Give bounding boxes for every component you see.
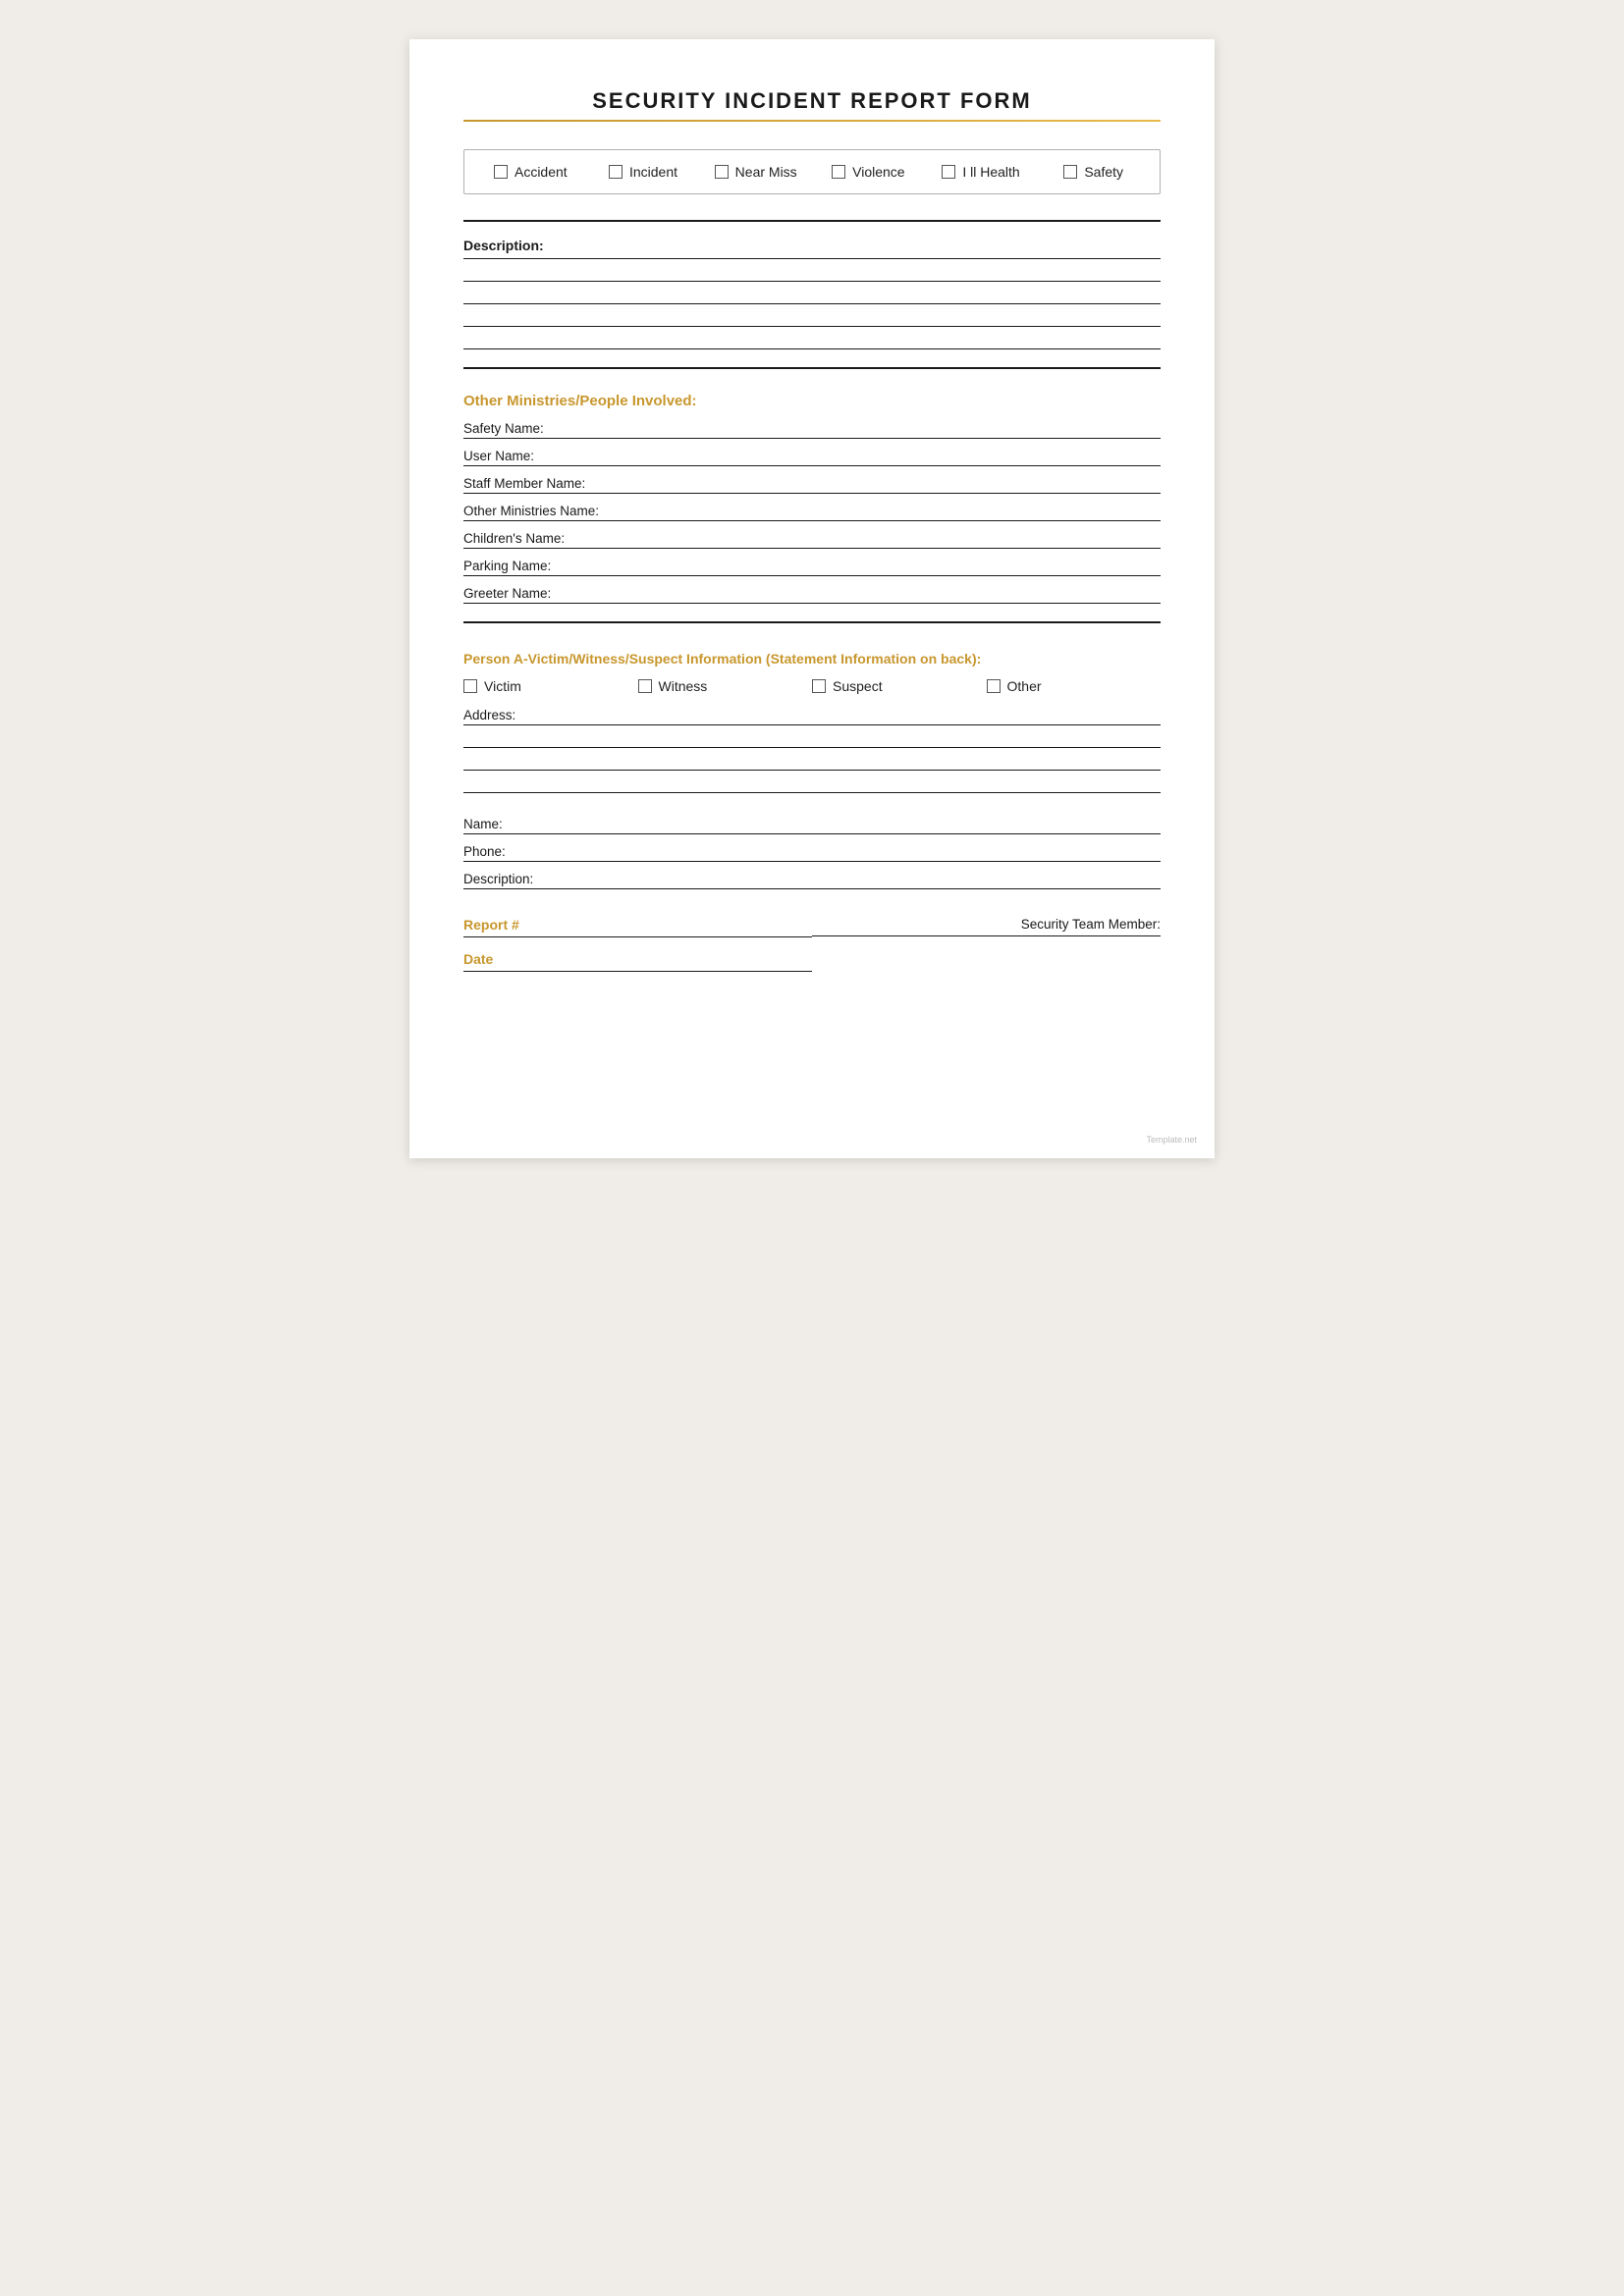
- incident-type-ill-health[interactable]: I ll Health: [925, 164, 1038, 180]
- address-field-row: Address:: [463, 708, 1161, 725]
- safety-name-label: Safety Name:: [463, 421, 544, 436]
- violence-checkbox[interactable]: [832, 165, 845, 179]
- incident-type-violence[interactable]: Violence: [812, 164, 925, 180]
- footer-right: Security Team Member:: [812, 917, 1161, 936]
- other-label: Other: [1007, 678, 1042, 694]
- witness-checkbox[interactable]: [638, 679, 652, 693]
- witness-label: Witness: [659, 678, 708, 694]
- incident-type-incident[interactable]: Incident: [587, 164, 700, 180]
- description-line-3: [463, 326, 1161, 327]
- report-number-line: [463, 936, 812, 937]
- description-line-2: [463, 303, 1161, 304]
- greeter-name-label: Greeter Name:: [463, 586, 551, 601]
- greeter-name-field: Greeter Name:: [463, 586, 1161, 604]
- security-team-line: [812, 935, 1161, 936]
- security-team-label: Security Team Member:: [812, 917, 1161, 932]
- address-line-1: [463, 747, 1161, 748]
- phone-field-row: Phone:: [463, 844, 1161, 862]
- name-field-label: Name:: [463, 817, 552, 831]
- date-line: [463, 971, 812, 972]
- other-item[interactable]: Other: [987, 678, 1162, 694]
- suspect-item[interactable]: Suspect: [812, 678, 987, 694]
- accident-checkbox[interactable]: [494, 165, 508, 179]
- incident-types-box: Accident Incident Near Miss Violence I l…: [463, 149, 1161, 194]
- other-checkbox[interactable]: [987, 679, 1001, 693]
- description-line-4: [463, 348, 1161, 349]
- section-separator-ministries: [463, 621, 1161, 623]
- user-name-field: User Name:: [463, 449, 1161, 466]
- user-name-label: User Name:: [463, 449, 534, 463]
- staff-member-name-label: Staff Member Name:: [463, 476, 585, 491]
- description-label: Description:: [463, 238, 544, 256]
- section-separator-top: [463, 220, 1161, 222]
- suspect-label: Suspect: [833, 678, 883, 694]
- ill-health-label: I ll Health: [962, 164, 1019, 180]
- date-label: Date: [463, 951, 812, 967]
- address-label: Address:: [463, 708, 515, 722]
- other-ministries-name-field: Other Ministries Name:: [463, 504, 1161, 521]
- incident-type-accident[interactable]: Accident: [474, 164, 587, 180]
- witness-item[interactable]: Witness: [638, 678, 813, 694]
- violence-label: Violence: [852, 164, 904, 180]
- footer-area: Report # Date Security Team Member:: [463, 917, 1161, 972]
- suspect-checkbox[interactable]: [812, 679, 826, 693]
- victim-checkbox[interactable]: [463, 679, 477, 693]
- form-page: SECURITY INCIDENT REPORT FORM Accident I…: [409, 39, 1215, 1158]
- childrens-name-label: Children's Name:: [463, 531, 565, 546]
- parking-name-label: Parking Name:: [463, 559, 551, 573]
- address-line-3: [463, 792, 1161, 793]
- form-title: SECURITY INCIDENT REPORT FORM: [463, 88, 1161, 114]
- ill-health-checkbox[interactable]: [942, 165, 955, 179]
- victim-label: Victim: [484, 678, 521, 694]
- bottom-fields: Name: Phone: Description:: [463, 817, 1161, 889]
- section-separator-desc: [463, 367, 1161, 369]
- person-section-title: Person A-Victim/Witness/Suspect Informat…: [463, 651, 1161, 667]
- safety-checkbox[interactable]: [1063, 165, 1077, 179]
- incident-type-near-miss[interactable]: Near Miss: [699, 164, 812, 180]
- near-miss-label: Near Miss: [735, 164, 797, 180]
- near-miss-checkbox[interactable]: [715, 165, 729, 179]
- watermark: Template.net: [1146, 1135, 1197, 1145]
- person-role-row: Victim Witness Suspect Other: [463, 678, 1161, 694]
- name-field-row: Name:: [463, 817, 1161, 834]
- footer-left: Report # Date: [463, 917, 812, 972]
- title-underline: [463, 120, 1161, 122]
- parking-name-field: Parking Name:: [463, 559, 1161, 576]
- victim-item[interactable]: Victim: [463, 678, 638, 694]
- other-ministries-heading: Other Ministries/People Involved:: [463, 393, 1161, 409]
- accident-label: Accident: [514, 164, 568, 180]
- incident-checkbox[interactable]: [609, 165, 623, 179]
- description-field-label-2: Description:: [463, 872, 552, 886]
- safety-label: Safety: [1084, 164, 1123, 180]
- description-line-1: [463, 281, 1161, 282]
- address-line-2: [463, 770, 1161, 771]
- description-field-row-2: Description:: [463, 872, 1161, 889]
- other-ministries-name-label: Other Ministries Name:: [463, 504, 599, 518]
- staff-member-name-field: Staff Member Name:: [463, 476, 1161, 494]
- safety-name-field: Safety Name:: [463, 421, 1161, 439]
- phone-field-label: Phone:: [463, 844, 552, 859]
- description-field-row: Description:: [463, 238, 1161, 259]
- incident-type-safety[interactable]: Safety: [1037, 164, 1150, 180]
- report-number-label: Report #: [463, 917, 812, 933]
- childrens-name-field: Children's Name:: [463, 531, 1161, 549]
- incident-label: Incident: [629, 164, 677, 180]
